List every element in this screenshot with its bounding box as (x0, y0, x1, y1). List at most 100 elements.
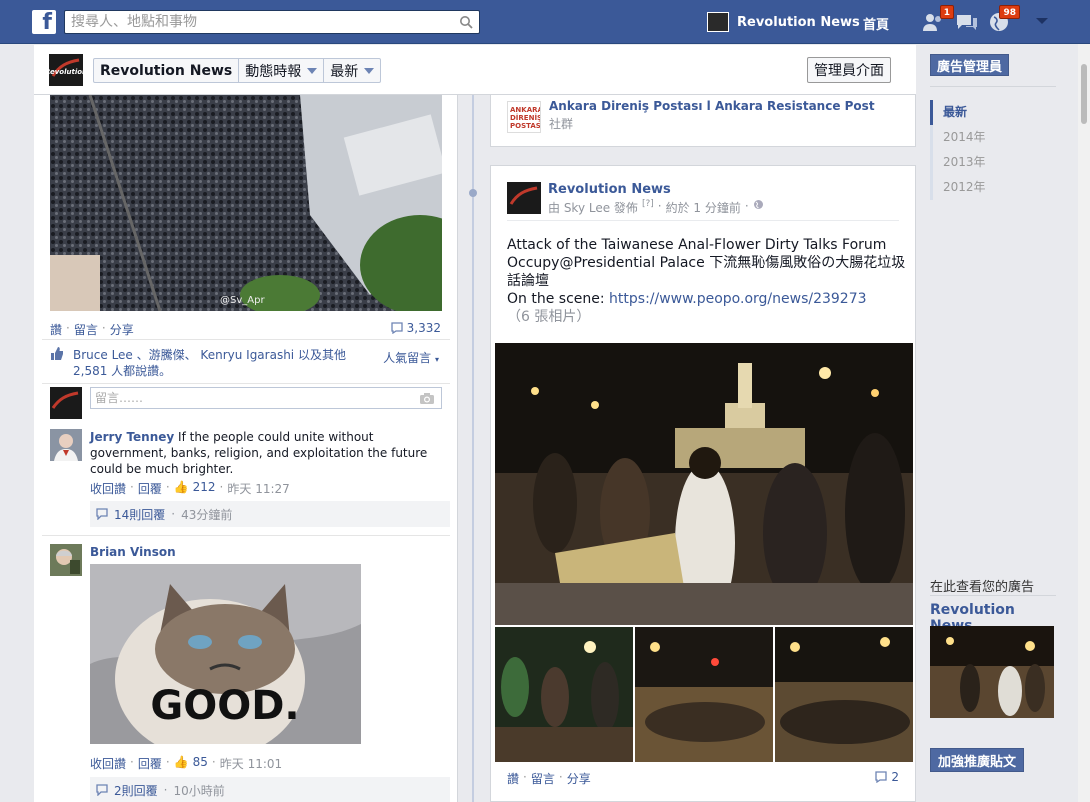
topbar-page-link[interactable]: Revolution News (707, 12, 860, 32)
home-link[interactable]: 首頁 (863, 14, 889, 33)
year-nav-2013[interactable]: 2013年 (930, 150, 1056, 175)
unlike-link[interactable]: 收回讚 (90, 480, 126, 497)
related-page-logo[interactable]: ANKARADİRENİŞPOSTASI (507, 101, 544, 133)
related-page-card: ANKARADİRENİŞPOSTASI Ankara Direniş Post… (490, 95, 916, 147)
globe-icon[interactable] (753, 199, 764, 210)
top-comments-dropdown[interactable]: 人氣留言 ▾ (383, 349, 439, 366)
replies-bar[interactable]: 2則回覆 · 10小時前 (90, 777, 450, 802)
view-dropdown[interactable]: 動態時報 (239, 59, 325, 82)
admin-panel-button[interactable]: 管理員介面 (807, 57, 891, 83)
page-nav-controls: Revolution News 動態時報 最新 (93, 58, 382, 83)
post-thumbnail-strip (495, 627, 913, 762)
ads-manager-button[interactable]: 廣告管理員 (930, 54, 1010, 76)
photo-count[interactable]: （6 張相片） (507, 308, 907, 326)
top-bar: f Revolution News 首頁 1 98 (0, 0, 1090, 44)
post-scene-label: On the scene: (507, 291, 605, 307)
post-avatar[interactable] (507, 182, 541, 214)
likes-count[interactable]: 2,581 人都說讚。 (73, 363, 383, 379)
like-link[interactable]: 讚 (507, 770, 519, 787)
comment-link[interactable]: 留言 (531, 770, 555, 787)
ad-image[interactable] (930, 626, 1054, 718)
post-text-line1: Attack of the Taiwanese Anal-Flower Dirt… (507, 237, 887, 253)
post-actions: 讚 · 留言 · 分享 (50, 321, 134, 338)
search-icon[interactable] (459, 15, 473, 29)
scrollbar-thumb[interactable] (1081, 64, 1087, 124)
comment-time[interactable]: 昨天 11:27 (227, 480, 289, 497)
post-text: Attack of the Taiwanese Anal-Flower Dirt… (507, 236, 907, 326)
share-link[interactable]: 分享 (567, 770, 591, 787)
post-author-help[interactable]: [?] (642, 199, 654, 216)
thumbs-up-icon: 👍 (173, 480, 189, 494)
comment-count[interactable]: 3,332 (390, 321, 441, 335)
year-nav-2014[interactable]: 2014年 (930, 125, 1056, 150)
friend-requests-badge: 1 (939, 5, 954, 19)
commenter-avatar[interactable] (50, 429, 82, 461)
crowd-photo[interactable]: @Sv_Apr (50, 95, 442, 311)
unlike-link[interactable]: 收回讚 (90, 755, 126, 772)
boost-post-button[interactable]: 加強推廣貼文 (930, 748, 1025, 772)
post-link[interactable]: https://www.peopo.org/news/239273 (609, 291, 867, 307)
reply-link[interactable]: 回覆 (138, 480, 162, 497)
post-author[interactable]: 由 Sky Lee 發佈 (548, 199, 638, 216)
topbar-page-name: Revolution News (737, 14, 860, 30)
messages-button[interactable] (955, 11, 979, 33)
comment-input[interactable] (91, 388, 411, 408)
sort-dropdown[interactable]: 最新 (324, 59, 380, 82)
notifications-button[interactable]: 98 (988, 5, 1020, 33)
year-navigation: 最新 2014年 2013年 2012年 (930, 100, 1056, 200)
comment-author[interactable]: Brian Vinson (90, 545, 176, 559)
comment-author[interactable]: Jerry Tenney (90, 430, 174, 444)
year-nav-recent[interactable]: 最新 (930, 100, 1056, 125)
replies-time: 10小時前 (173, 783, 225, 798)
scrollbar[interactable] (1078, 44, 1090, 802)
friend-requests-button[interactable]: 1 (922, 5, 954, 33)
post-meta: 由 Sky Lee 發佈 [?] · 約於 1 分鐘前 · (548, 199, 764, 216)
facebook-logo[interactable]: f (32, 10, 56, 34)
share-link[interactable]: 分享 (110, 321, 134, 338)
comment-time[interactable]: 昨天 11:01 (220, 755, 282, 772)
comment-count[interactable]: 2 (875, 770, 899, 784)
comment-link[interactable]: 留言 (74, 321, 98, 338)
search-input[interactable] (65, 11, 445, 33)
post-thumbnail[interactable] (635, 627, 773, 762)
reply-link[interactable]: 回覆 (138, 755, 162, 772)
replies-bar[interactable]: 14則回覆 · 43分鐘前 (90, 501, 450, 527)
post-text-line2: Occupy@Presidential Palace 下流無恥傷風敗俗の大腸花垃… (507, 255, 906, 289)
like-link[interactable]: 讚 (50, 321, 62, 338)
svg-text:DİRENİŞ: DİRENİŞ (510, 113, 540, 122)
page-name-button[interactable]: Revolution News (94, 59, 240, 82)
comment-input-box[interactable] (90, 387, 442, 409)
replies-count[interactable]: 2則回覆 (114, 782, 158, 799)
comment-like-count[interactable]: 212 (193, 480, 216, 497)
commenter-avatar[interactable] (50, 544, 82, 576)
reply-icon (96, 784, 108, 796)
related-page-name[interactable]: Ankara Direniş Postası l Ankara Resistan… (549, 99, 875, 113)
account-menu-arrow-icon[interactable] (1036, 18, 1048, 24)
post-thumbnail[interactable] (495, 627, 633, 762)
messages-icon (957, 15, 977, 30)
thumbs-up-icon (51, 347, 63, 360)
search-box[interactable] (64, 10, 480, 34)
post-page-name[interactable]: Revolution News (548, 182, 671, 197)
replies-count[interactable]: 14則回覆 (114, 506, 165, 523)
post-main-photo[interactable] (495, 343, 913, 625)
comment-image[interactable]: GOOD. (90, 564, 361, 744)
notifications-badge: 98 (999, 5, 1020, 19)
divider (507, 220, 899, 221)
chevron-down-icon (307, 67, 318, 74)
divider (42, 339, 450, 340)
page-avatar[interactable]: Revolution (45, 54, 87, 86)
svg-text:ANKARA: ANKARA (510, 106, 540, 114)
commenter-avatar (50, 387, 82, 419)
camera-icon[interactable] (419, 392, 435, 405)
reply-icon (96, 508, 108, 520)
likes-names[interactable]: Bruce Lee 、游騰傑、 Kenryu Igarashi 以及其他 (73, 347, 383, 363)
post-time[interactable]: 約於 1 分鐘前 (666, 199, 741, 216)
year-nav-2012[interactable]: 2012年 (930, 175, 1056, 200)
post-thumbnail[interactable] (775, 627, 913, 762)
divider (42, 535, 450, 536)
timeline-dot (469, 189, 477, 197)
likes-summary: Bruce Lee 、游騰傑、 Kenryu Igarashi 以及其他 2,5… (73, 347, 383, 379)
comment-icon (390, 322, 403, 334)
comment-like-count[interactable]: 85 (193, 755, 208, 772)
